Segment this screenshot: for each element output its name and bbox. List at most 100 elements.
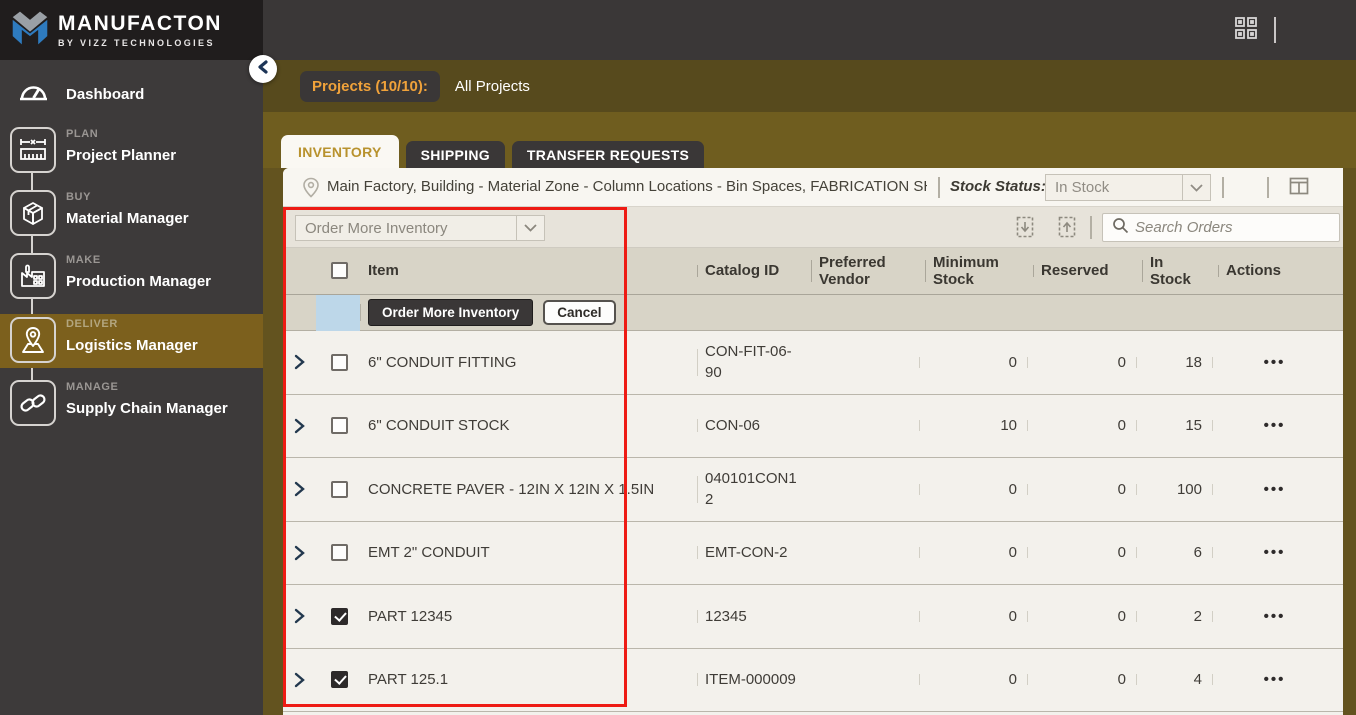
sidebar-item-dashboard[interactable]: Dashboard	[0, 72, 263, 116]
minimum-stock: 0	[919, 671, 1027, 688]
reserved: 0	[1027, 354, 1136, 371]
location-filter-bar: Main Factory, Building - Material Zone -…	[283, 168, 1343, 207]
nav-category: MANAGE	[66, 381, 119, 393]
nav-label: Production Manager	[66, 273, 212, 290]
qr-scan-icon[interactable]	[1234, 16, 1258, 45]
search-orders-box[interactable]	[1102, 213, 1340, 242]
sidebar-item-logistics-manager[interactable]: DELIVER Logistics Manager	[0, 314, 263, 368]
table-toolbar: Order More Inventory	[283, 207, 1343, 248]
expand-row-icon[interactable]	[283, 545, 316, 561]
in-stock: 18	[1136, 354, 1212, 371]
row-checkbox[interactable]	[331, 607, 348, 625]
manufacton-logo-icon	[10, 8, 50, 53]
column-header-catalog-id[interactable]: Catalog ID	[697, 262, 811, 279]
item-name: 6" CONDUIT STOCK	[368, 417, 510, 435]
column-header-preferred-vendor[interactable]: Preferred Vendor	[811, 254, 925, 289]
sidebar-collapse-button[interactable]	[249, 55, 277, 83]
column-header-actions[interactable]: Actions	[1218, 262, 1343, 279]
stock-status-value: In Stock	[1055, 179, 1110, 196]
chevron-down-icon	[516, 216, 544, 240]
expand-row-icon[interactable]	[283, 672, 316, 688]
minimum-stock: 0	[919, 481, 1027, 498]
column-settings-icon[interactable]	[1289, 177, 1309, 200]
projects-count-badge[interactable]: Projects (10/10):	[300, 70, 440, 102]
expand-row-icon[interactable]	[283, 608, 316, 624]
expand-row-icon[interactable]	[283, 481, 316, 497]
import-file-icon[interactable]	[1015, 216, 1035, 243]
sidebar-item-supply-chain-manager[interactable]: MANAGE Supply Chain Manager	[0, 377, 263, 431]
item-name: PART 125.1	[368, 671, 449, 689]
row-actions-icon[interactable]: •••	[1212, 417, 1337, 434]
item-name: CONCRETE PAVER - 12IN X 12IN X 1.5IN	[368, 480, 655, 498]
cancel-button[interactable]: Cancel	[543, 300, 616, 325]
item-name: EMT 2" CONDUIT	[368, 544, 490, 562]
toolbar-divider	[1090, 216, 1092, 239]
sidebar-nav: Dashboard PLAN Project Planner BUY Mater…	[0, 60, 263, 715]
row-actions-icon[interactable]: •••	[1212, 544, 1337, 561]
column-header-reserved[interactable]: Reserved	[1033, 262, 1142, 279]
table-row: EMT 2" CONDUIT EMT-CON-2 0 0 6 •••	[283, 521, 1343, 585]
column-header-in-stock[interactable]: In Stock	[1142, 254, 1218, 289]
stock-status-label: Stock Status:	[950, 178, 1046, 195]
row-checkbox[interactable]	[331, 417, 348, 435]
reserved: 0	[1027, 608, 1136, 625]
logo: MANUFACTON BY VIZZ TECHNOLOGIES	[0, 0, 263, 60]
item-name: 6" CONDUIT FITTING	[368, 353, 517, 371]
row-checkbox[interactable]	[331, 671, 348, 689]
table-row: PART 12345 12345 0 0 2 •••	[283, 585, 1343, 649]
export-file-icon[interactable]	[1057, 216, 1077, 243]
bulk-action-dropdown[interactable]: Order More Inventory	[295, 215, 545, 241]
location-breadcrumb[interactable]: Main Factory, Building - Material Zone -…	[327, 178, 927, 195]
sidebar-item-production-manager[interactable]: MAKE Production Manager	[0, 250, 263, 304]
reserved: 0	[1027, 417, 1136, 434]
stock-status-dropdown[interactable]: In Stock	[1045, 174, 1211, 201]
table-row: 6" CONDUIT STOCK CON-06 10 0 15 •••	[283, 394, 1343, 458]
in-stock: 100	[1136, 481, 1212, 498]
row-actions-icon[interactable]: •••	[1212, 354, 1337, 371]
tab-shipping[interactable]: SHIPPING	[405, 141, 505, 168]
catalog-id: CON-06	[697, 415, 805, 436]
nav-category: PLAN	[66, 128, 99, 140]
reserved: 0	[1027, 671, 1136, 688]
sidebar-item-project-planner[interactable]: PLAN Project Planner	[0, 124, 263, 178]
projects-selection[interactable]: All Projects	[455, 78, 530, 95]
in-stock: 4	[1136, 671, 1212, 688]
inventory-panel: Main Factory, Building - Material Zone -…	[283, 168, 1343, 715]
table-row: 6" CONDUIT FITTING CON-FIT-06-90 0 0 18 …	[283, 331, 1343, 395]
search-orders-input[interactable]	[1135, 219, 1320, 236]
gauge-icon	[17, 77, 49, 112]
logo-subtitle: BY VIZZ TECHNOLOGIES	[58, 38, 215, 48]
row-actions-icon[interactable]: •••	[1212, 608, 1337, 625]
top-header-bar: MANUFACTON BY VIZZ TECHNOLOGIES	[0, 0, 1356, 60]
nav-label: Logistics Manager	[66, 337, 198, 354]
tab-transfer-requests[interactable]: TRANSFER REQUESTS	[511, 141, 705, 168]
in-stock: 6	[1136, 544, 1212, 561]
ruler-icon	[10, 127, 56, 173]
row-actions-icon[interactable]: •••	[1212, 481, 1337, 498]
in-stock: 15	[1136, 417, 1212, 434]
row-actions-icon[interactable]: •••	[1212, 671, 1337, 688]
table-row: PART 125.1 ITEM-000009 0 0 4 •••	[283, 648, 1343, 712]
row-checkbox[interactable]	[331, 544, 348, 562]
sidebar-item-label: Dashboard	[66, 85, 145, 103]
row-checkbox[interactable]	[331, 480, 348, 498]
filter-divider	[1222, 177, 1224, 198]
select-all-checkbox[interactable]	[331, 262, 348, 280]
column-header-item[interactable]: Item	[360, 262, 697, 279]
sidebar-item-material-manager[interactable]: BUY Material Manager	[0, 187, 263, 241]
location-pin-icon	[302, 177, 320, 203]
order-more-inventory-button[interactable]: Order More Inventory	[368, 299, 534, 326]
table-header-row: Item Catalog ID Preferred Vendor Minimum…	[283, 248, 1343, 295]
filter-divider	[1267, 177, 1269, 198]
expand-row-icon[interactable]	[283, 418, 316, 434]
chevron-left-icon	[257, 59, 269, 79]
expand-row-icon[interactable]	[283, 354, 316, 370]
logo-title: MANUFACTON	[58, 12, 222, 35]
column-header-minimum-stock[interactable]: Minimum Stock	[925, 254, 1033, 289]
bulk-selected-cell	[316, 294, 360, 331]
nav-category: BUY	[66, 191, 92, 203]
nav-label: Material Manager	[66, 210, 189, 227]
tab-strip: INVENTORY SHIPPING TRANSFER REQUESTS	[281, 135, 705, 168]
row-checkbox[interactable]	[331, 353, 348, 371]
tab-inventory[interactable]: INVENTORY	[281, 135, 399, 168]
